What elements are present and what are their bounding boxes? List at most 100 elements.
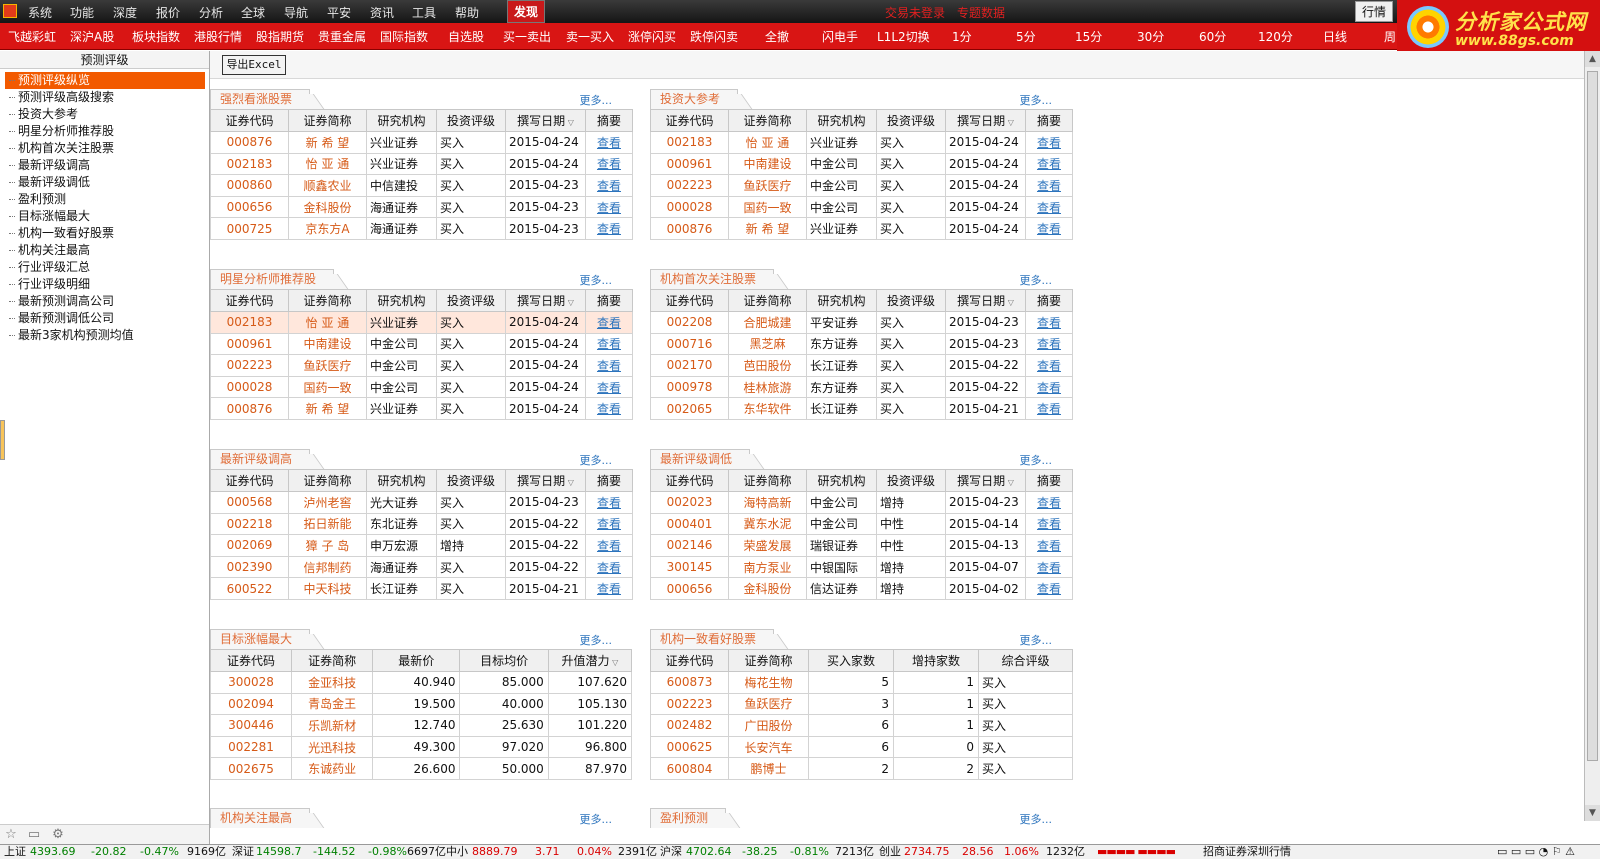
table-cell[interactable]: 300145: [650, 555, 729, 579]
table-row[interactable]: 000876 新 希 望兴业证券 买入 2015-04-24 查看: [210, 397, 633, 420]
table-cell[interactable]: 查看: [1025, 217, 1073, 240]
table-cell[interactable]: 002482: [650, 714, 729, 737]
column-header[interactable]: 证券简称: [728, 109, 807, 132]
table-cell[interactable]: 查看: [585, 577, 633, 600]
table-row[interactable]: 002223 鱼跃医疗 中金公司 买入 2015-04-24 查看: [210, 354, 633, 377]
menu-system[interactable]: 系统: [28, 4, 52, 21]
menu-pingan[interactable]: 平安: [327, 4, 351, 21]
table-cell[interactable]: 乐凯新材: [291, 714, 374, 737]
table-cell[interactable]: 中南建设: [728, 152, 807, 176]
table-cell[interactable]: 300446: [209, 714, 293, 737]
menu-info[interactable]: 资讯: [370, 4, 394, 21]
sidebar-item-consensus[interactable]: 机构一致看好股票: [5, 225, 205, 242]
table-cell[interactable]: 002146: [650, 534, 729, 557]
table-cell[interactable]: 查看: [585, 332, 633, 356]
table-cell[interactable]: 查看: [1025, 332, 1073, 356]
toolbar-item[interactable]: 15分: [1075, 28, 1102, 45]
column-header[interactable]: 投资评级: [876, 109, 946, 132]
table-cell[interactable]: 青岛金王: [291, 692, 374, 716]
table-cell[interactable]: 000860: [210, 174, 289, 197]
table-cell[interactable]: 海特高新: [728, 491, 807, 514]
table-cell[interactable]: 查看: [1025, 311, 1073, 334]
table-cell[interactable]: 查看: [1025, 152, 1073, 176]
table-cell[interactable]: 002183: [210, 311, 289, 334]
table-cell[interactable]: 查看: [585, 375, 633, 399]
column-header[interactable]: 投资评级: [436, 289, 506, 312]
table-row[interactable]: 000028 国药一致 中金公司 买入 2015-04-24 查看: [210, 375, 633, 399]
menu-depth[interactable]: 深度: [113, 4, 137, 21]
table-row[interactable]: 000568 泸州老窖 光大证券 买入 2015-04-23 查看: [210, 491, 633, 514]
table-row[interactable]: 002146 荣盛发展 瑞银证券 中性 2015-04-13 查看: [650, 534, 1073, 557]
table-row[interactable]: 002223 鱼跃医疗 3 1 买入: [650, 692, 1073, 716]
column-header[interactable]: 投资评级: [876, 289, 946, 312]
more-link[interactable]: 更多...: [1020, 632, 1053, 648]
table-cell[interactable]: 长安汽车: [728, 735, 809, 759]
table-row[interactable]: 002281 光迅科技 49.300 97.020 96.800: [209, 735, 633, 759]
column-header[interactable]: 研究机构: [806, 289, 877, 312]
toolbar-item[interactable]: 飞越彩虹: [8, 28, 56, 45]
sidebar-item-target-rise[interactable]: 目标涨幅最大: [5, 208, 205, 225]
table-cell[interactable]: 002218: [210, 512, 289, 536]
table-cell[interactable]: 中天科技: [288, 577, 367, 600]
toolbar-item[interactable]: 深沪A股: [70, 28, 114, 45]
table-cell[interactable]: 信邦制药: [288, 555, 367, 579]
table-row[interactable]: 000401 冀东水泥 中金公司 中性 2015-04-14 查看: [650, 512, 1073, 536]
panel-title[interactable]: 机构一致看好股票: [650, 629, 775, 649]
table-cell[interactable]: 鹏博士: [728, 757, 809, 780]
table-cell[interactable]: 000876: [650, 217, 729, 240]
table-row[interactable]: 300446 乐凯新材 12.740 25.630 101.220: [209, 714, 633, 737]
table-row[interactable]: 000656 金科股份 信达证券 增持 2015-04-02 查看: [650, 577, 1073, 600]
table-cell[interactable]: 查看: [585, 311, 633, 334]
column-header[interactable]: 研究机构: [366, 289, 437, 312]
toolbar-item[interactable]: 国际指数: [380, 28, 428, 45]
table-cell[interactable]: 002023: [650, 491, 729, 514]
column-header[interactable]: 研究机构: [806, 109, 877, 132]
table-cell[interactable]: 梅花生物: [728, 671, 809, 694]
star-icon[interactable]: ☆: [4, 828, 18, 842]
table-cell[interactable]: 金科股份: [728, 577, 807, 600]
table-row[interactable]: 002390 信邦制药 海通证券 买入 2015-04-22 查看: [210, 555, 633, 579]
table-cell[interactable]: 000961: [210, 332, 289, 356]
table-cell[interactable]: 查看: [1025, 354, 1073, 377]
table-cell[interactable]: 新 希 望: [288, 131, 367, 154]
table-cell[interactable]: 怡 亚 通: [288, 152, 367, 176]
table-cell[interactable]: 000656: [210, 195, 289, 219]
table-cell[interactable]: 000568: [210, 491, 289, 514]
toolbar-item[interactable]: 周: [1384, 28, 1396, 45]
column-header[interactable]: 证券简称: [728, 469, 807, 492]
table-row[interactable]: 002223 鱼跃医疗 中金公司 买入 2015-04-24 查看: [650, 174, 1073, 197]
table-cell[interactable]: 泸州老窖: [288, 491, 367, 514]
menu-function[interactable]: 功能: [70, 4, 94, 21]
table-cell[interactable]: 000716: [650, 332, 729, 356]
menu-navigation[interactable]: 导航: [284, 4, 308, 21]
column-header[interactable]: 撰写日期 ▽: [505, 109, 586, 132]
table-row[interactable]: 002065 东华软件 长江证券 买入 2015-04-21 查看: [650, 397, 1073, 420]
column-header[interactable]: 证券代码: [650, 469, 729, 492]
table-cell[interactable]: 查看: [1025, 195, 1073, 219]
toolbar-item[interactable]: 涨停闪买: [628, 28, 676, 45]
sort-icon[interactable]: ▽: [1005, 478, 1014, 487]
table-cell[interactable]: 查看: [585, 397, 633, 420]
table-row[interactable]: 000716 黑芝麻 东方证券 买入 2015-04-23 查看: [650, 332, 1073, 356]
table-row[interactable]: 600804 鹏博士 2 2 买入: [650, 757, 1073, 780]
table-row[interactable]: 002218 拓日新能 东北证券 买入 2015-04-22 查看: [210, 512, 633, 536]
menu-tools[interactable]: 工具: [412, 4, 436, 21]
table-cell[interactable]: 002208: [650, 311, 729, 334]
column-header[interactable]: 证券简称: [728, 649, 809, 672]
column-header[interactable]: 目标均价: [459, 649, 549, 672]
sidebar-item-advanced-search[interactable]: 预测评级高级搜索: [5, 89, 205, 106]
table-row[interactable]: 000876 新 希 望兴业证券 买入 2015-04-24 查看: [650, 217, 1073, 240]
export-excel-button[interactable]: 导出Excel: [222, 55, 286, 75]
table-cell[interactable]: 002069: [210, 534, 289, 557]
column-header[interactable]: 研究机构: [366, 469, 437, 492]
sidebar-item-first-coverage[interactable]: 机构首次关注股票: [5, 140, 205, 157]
panel-title[interactable]: 投资大参考: [650, 89, 739, 109]
table-cell[interactable]: 广田股份: [728, 714, 809, 737]
table-cell[interactable]: 002065: [650, 397, 729, 420]
column-header[interactable]: 证券代码: [209, 649, 293, 672]
table-row[interactable]: 000961 中南建设 中金公司 买入 2015-04-24 查看: [210, 332, 633, 356]
table-row[interactable]: 002482 广田股份 6 1 买入: [650, 714, 1073, 737]
table-cell[interactable]: 600804: [650, 757, 729, 780]
column-header[interactable]: 研究机构: [806, 469, 877, 492]
table-row[interactable]: 000978 桂林旅游 东方证券 买入 2015-04-22 查看: [650, 375, 1073, 399]
